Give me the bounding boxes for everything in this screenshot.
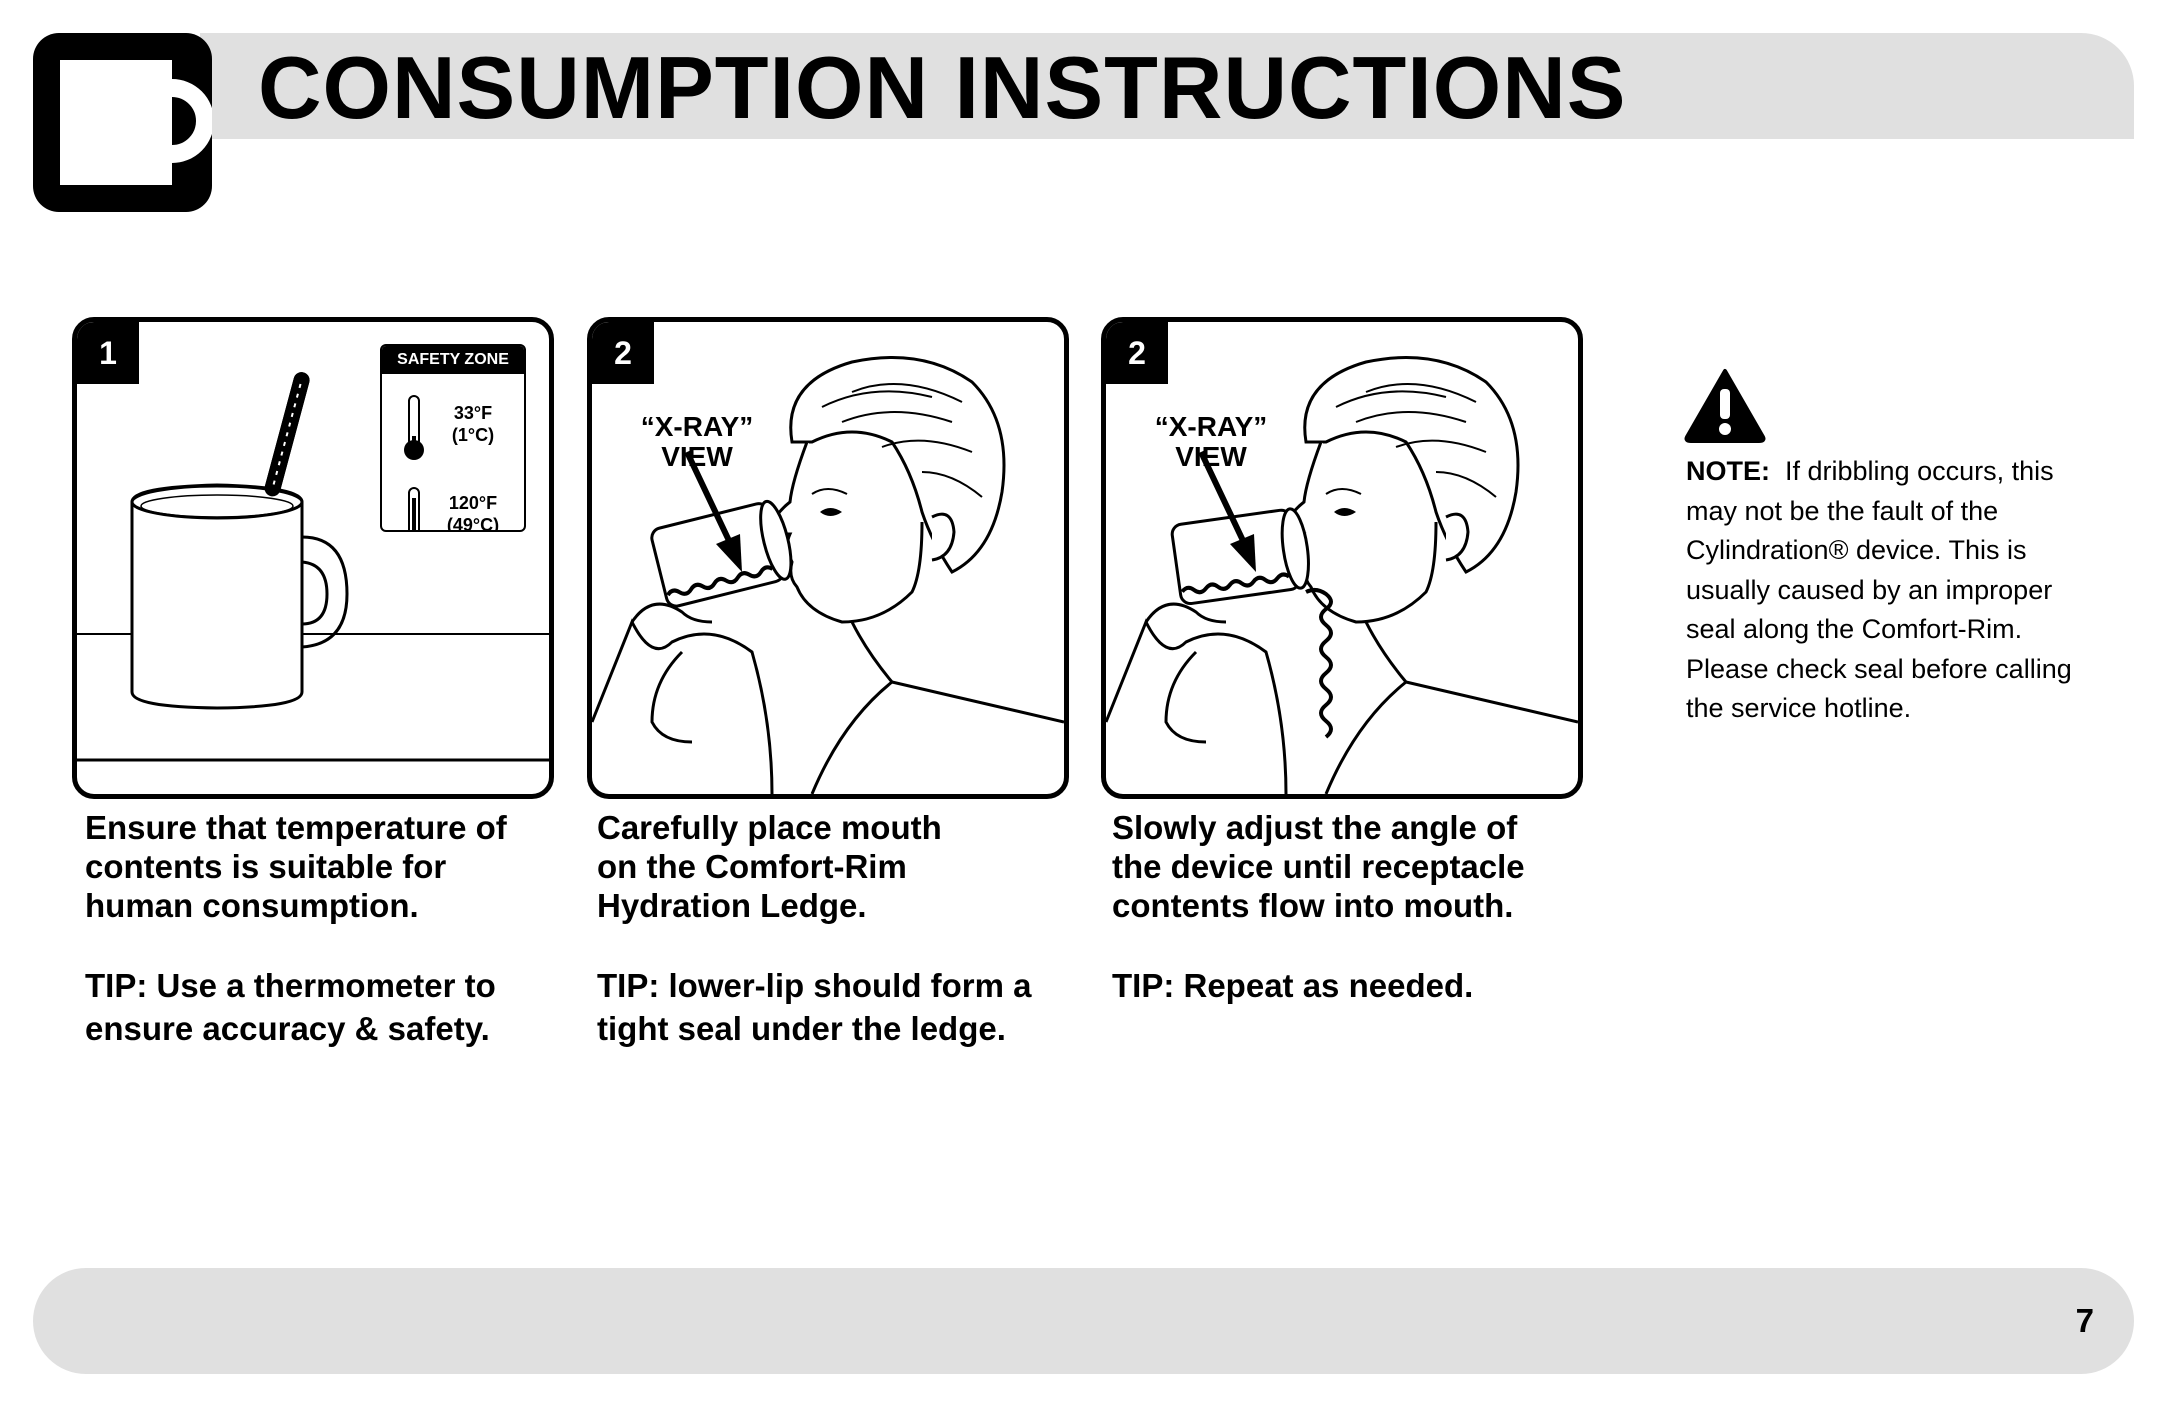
step-3-caption: Slowly adjust the angle of the device un…	[1112, 808, 1582, 1007]
tip-line: TIP: lower-lip should form a	[597, 967, 1032, 1004]
safety-zone-low-c: (1°C)	[451, 425, 495, 445]
instruction-line: Slowly adjust the angle of	[1112, 809, 1518, 846]
page-title: CONSUMPTION INSTRUCTIONS	[258, 38, 1627, 137]
instruction-line: human consumption.	[85, 887, 419, 924]
mug-icon	[33, 33, 214, 212]
instruction-line: the device until receptacle	[1112, 848, 1525, 885]
step-1-panel: 1 SAFETY ZONE 33°F (1°C) 120°F (49°C)	[72, 317, 554, 799]
tip-line: ensure accuracy & safety.	[85, 1010, 490, 1047]
instruction-line: on the Comfort-Rim	[597, 848, 907, 885]
xray-label-line-1: “X-RAY”	[640, 411, 754, 442]
tip-line: tight seal under the ledge.	[597, 1010, 1006, 1047]
step-number-badge: 2	[592, 322, 654, 384]
step-1-caption: Ensure that temperature of contents is s…	[85, 808, 555, 1050]
note-line: may not be the fault of the	[1686, 495, 1999, 526]
note-line: If dribbling occurs, this	[1785, 456, 2054, 486]
page-number: 7	[2075, 1302, 2094, 1339]
safety-zone-low-f: 33°F	[453, 403, 493, 423]
step-tip: TIP: lower-lip should form a tight seal …	[597, 964, 1067, 1050]
step-tip: TIP: Repeat as needed.	[1112, 964, 1582, 1007]
note-text: NOTE: If dribbling occurs, this may not …	[1686, 452, 2106, 729]
tip-line: TIP: Use a thermometer to	[85, 967, 496, 1004]
instruction-line: contents flow into mouth.	[1112, 887, 1514, 924]
step-number-badge: 1	[77, 322, 139, 384]
warning-icon	[1683, 367, 1767, 448]
safety-zone-title: SAFETY ZONE	[382, 346, 524, 374]
step-2-panel: 2 “X-RAY” VIEW	[587, 317, 1069, 799]
instruction-line: contents is suitable for	[85, 848, 447, 885]
step-2-caption: Carefully place mouth on the Comfort-Rim…	[597, 808, 1067, 1050]
instruction-line: Carefully place mouth	[597, 809, 942, 846]
note-label: NOTE:	[1686, 456, 1770, 486]
safety-zone-box: SAFETY ZONE 33°F (1°C) 120°F (49°C)	[380, 344, 526, 532]
pouring-xray-illustration	[1106, 356, 1578, 794]
note-line: seal along the Comfort-Rim.	[1686, 614, 2023, 644]
xray-label-line-1: “X-RAY”	[1154, 411, 1268, 442]
safety-zone-high-c: (49°C)	[446, 515, 500, 532]
step-tip: TIP: Use a thermometer to ensure accurac…	[85, 964, 555, 1050]
step-number-badge: 2	[1106, 322, 1168, 384]
footer-bar: 7	[33, 1268, 2134, 1374]
note-line: Please check seal before calling	[1686, 653, 2072, 684]
note-line: Cylindration® device. This is	[1686, 535, 2027, 565]
instruction-line: Hydration Ledge.	[597, 887, 867, 924]
drinking-xray-illustration	[592, 356, 1064, 794]
note-line: usually caused by an improper	[1686, 574, 2053, 605]
safety-zone-high-f: 120°F	[448, 493, 498, 513]
xray-label-line-2: VIEW	[1175, 441, 1247, 472]
xray-label-line-2: VIEW	[661, 441, 733, 472]
instruction-line: Ensure that temperature of	[85, 809, 507, 846]
note-line: the service hotline.	[1686, 693, 1912, 723]
step-3-panel: 2 “X-RAY” VIEW	[1101, 317, 1583, 799]
tip-line: TIP: Repeat as needed.	[1112, 967, 1474, 1004]
